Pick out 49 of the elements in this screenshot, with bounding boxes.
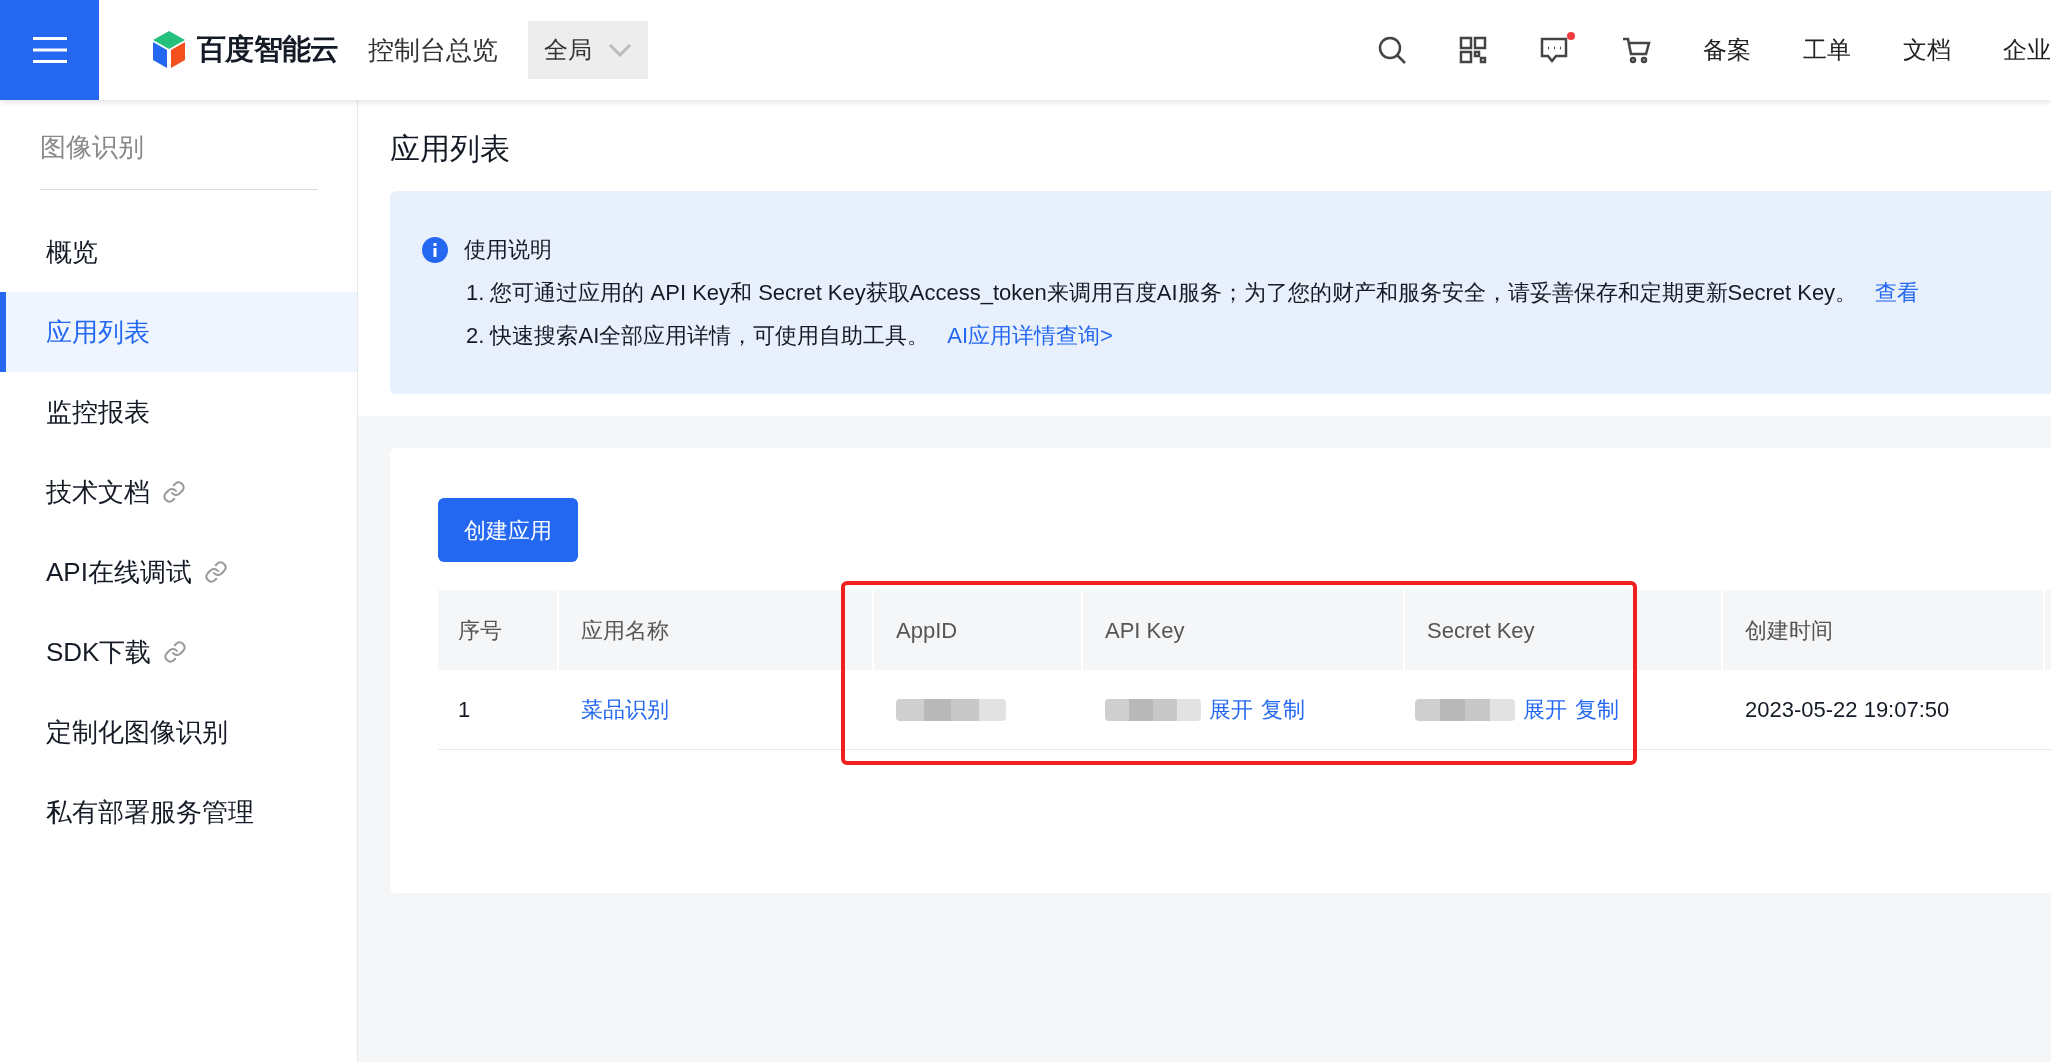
link-icon [163,640,188,664]
key-action-link[interactable]: 展开 [1209,693,1253,726]
menu-button[interactable] [0,0,99,100]
sidebar-item-label: SDK下载 [46,635,152,669]
sidebar-item-label: API在线调试 [46,555,192,589]
sidebar-item-label: 监控报表 [46,395,150,429]
table-cell-text: 1 [457,696,472,724]
app-name-link[interactable]: 菜品识别 [561,693,874,726]
console-title[interactable]: 控制台总览 [368,30,499,70]
menu-icon [32,36,67,64]
sidebar-item[interactable]: 定制化图像识别 [0,692,357,772]
notice-link[interactable]: AI应用详情查询> [947,319,1113,352]
create-app-button[interactable]: 创建应用 [438,498,578,562]
key-action-link[interactable]: 复制 [1261,693,1305,726]
nav-link[interactable]: 企业 [2003,32,2051,68]
brand-name: 百度智能云 [197,32,339,68]
sidebar-item[interactable]: SDK下载 [0,612,357,692]
sidebar-item[interactable]: 应用列表 [0,292,357,372]
page-title: 应用列表 [390,131,511,167]
nav-link[interactable]: 备案 [1703,32,1751,68]
sidebar-item[interactable]: 监控报表 [0,372,357,452]
sidebar-item-label: 应用列表 [46,315,150,349]
chevron-down-icon [608,43,633,57]
sidebar-item-label: 概览 [46,235,98,269]
table-cell-text: 2023-05-22 19:07:50 [1744,696,1951,724]
notice-link[interactable]: 查看 [1875,276,1920,309]
search-icon[interactable] [1377,35,1407,65]
sidebar-title: 图像识别 [40,128,318,190]
sidebar-item-label: 定制化图像识别 [46,715,228,749]
link-icon [162,480,186,504]
key-action-link[interactable]: 展开 [1523,693,1567,726]
notice-title: 使用说明 [464,236,552,264]
nav-link[interactable]: 工单 [1803,32,1851,68]
link-icon [203,560,228,584]
sidebar-item-label: 私有部署服务管理 [46,795,254,829]
notice-text: 1. 您可通过应用的 API Key和 Secret Key获取Access_token来调用百度AI服务；为了您的财产和服务安全，请妥善保存和定期更新Secret Key。 [466,279,1858,307]
sidebar-item[interactable]: 技术文档 [0,452,357,532]
notice-text: 2. 快速搜索AI全部应用详情，可使用自助工具。 [466,322,930,350]
nav-link[interactable]: 文档 [1903,32,1951,68]
sidebar-item[interactable]: API在线调试 [0,532,357,612]
key-action-link[interactable]: 复制 [1575,693,1619,726]
info-icon [422,236,448,263]
qr-code-icon[interactable] [1459,36,1487,64]
sidebar-item[interactable]: 概览 [0,212,357,292]
region-dropdown[interactable]: 全局 [528,21,649,79]
message-icon[interactable] [1539,36,1569,64]
sidebar-item[interactable]: 私有部署服务管理 [0,772,357,852]
sidebar-item-label: 技术文档 [46,475,150,509]
cart-icon[interactable] [1621,36,1651,64]
